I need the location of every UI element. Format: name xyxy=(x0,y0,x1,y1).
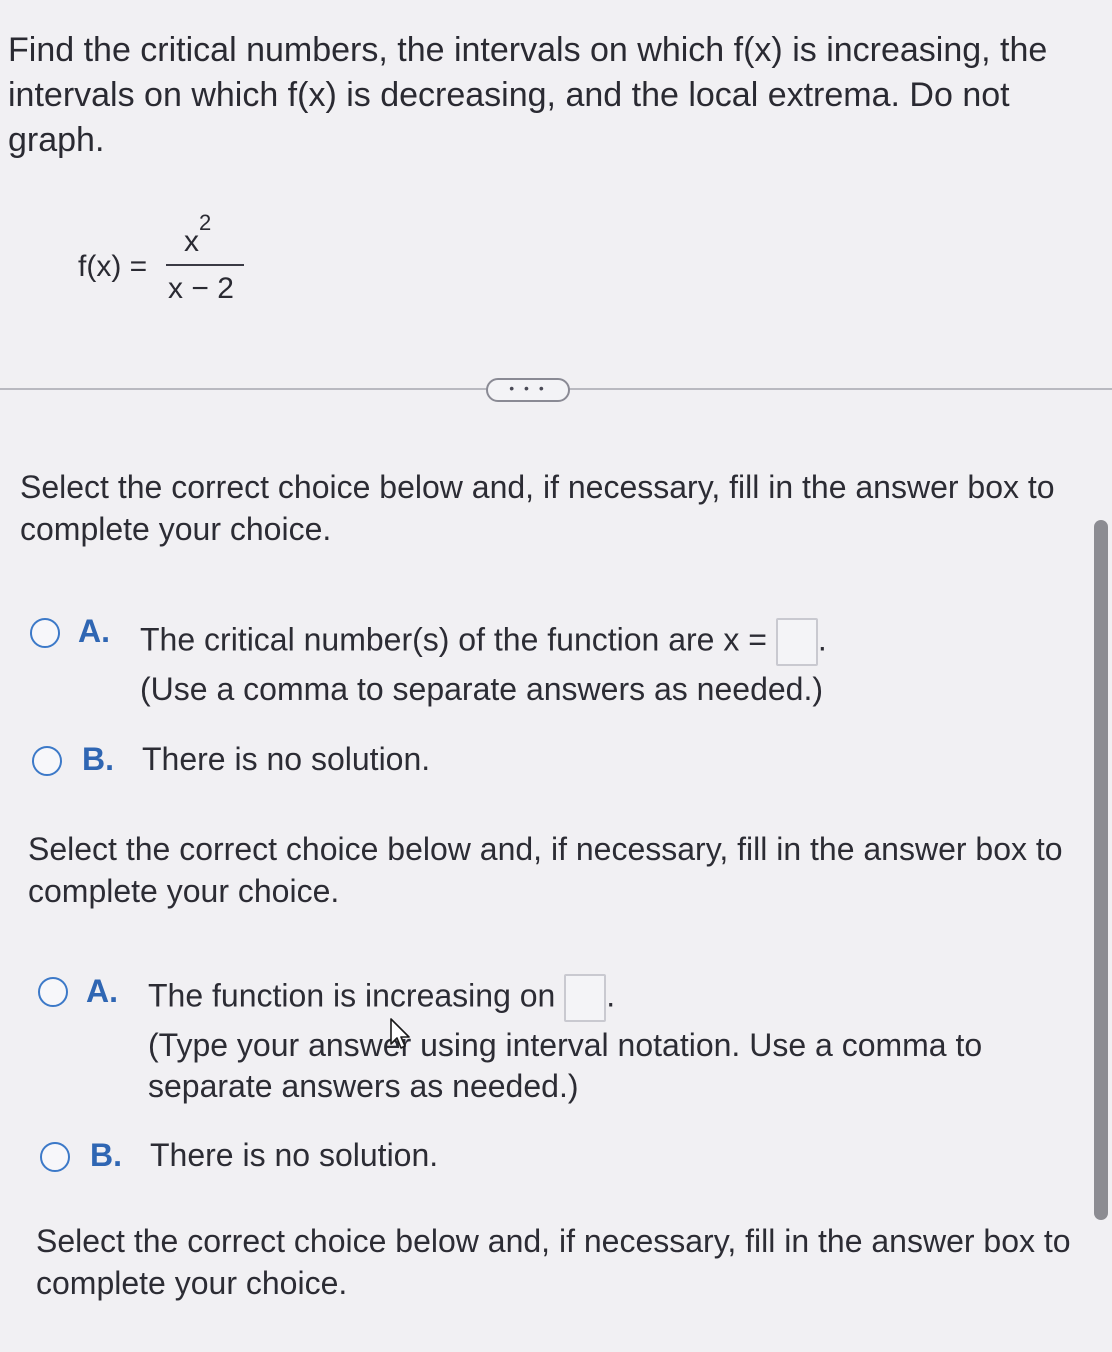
fraction-numerator: x2 xyxy=(184,210,211,259)
function-lhs: f(x) = xyxy=(78,250,148,283)
fraction-denominator: x − 2 xyxy=(168,272,234,305)
homework-page: Find the critical numbers, the intervals… xyxy=(0,0,1112,1352)
part1-choice-a-radio[interactable] xyxy=(30,618,60,648)
problem-prompt: Find the critical numbers, the intervals… xyxy=(8,31,1048,159)
critical-numbers-answer-box[interactable] xyxy=(775,618,818,666)
numerator-exponent: 2 xyxy=(199,210,212,235)
vertical-scrollbar[interactable] xyxy=(1094,520,1108,1220)
part2-choice-a-letter: A. xyxy=(86,973,118,1009)
part2-choice-a-period: . xyxy=(606,977,616,1014)
part1-choice-b-letter: B. xyxy=(82,741,114,777)
part1-choice-b-radio[interactable] xyxy=(32,746,62,776)
part2-choice-a-text: The function is increasing on . xyxy=(148,974,615,1022)
mouse-pointer-icon xyxy=(390,1018,410,1049)
part2-instruction: Select the correct choice below and, if … xyxy=(28,831,1063,909)
part2-choice-b-radio[interactable] xyxy=(40,1142,70,1172)
fraction-bar xyxy=(166,264,244,266)
part2-choice-a-note-line1: (Type your answer using interval notatio… xyxy=(148,1027,983,1063)
increasing-interval-answer-box[interactable] xyxy=(564,974,607,1022)
part3-instruction: Select the correct choice below and, if … xyxy=(36,1223,1071,1301)
part1-choice-a-label: The critical number(s) of the function a… xyxy=(140,621,767,658)
part2-choice-a-radio[interactable] xyxy=(38,977,68,1007)
part2-choice-b-text: There is no solution. xyxy=(150,1137,439,1173)
part2-choice-a-label: The function is increasing on xyxy=(148,977,556,1014)
part1-choice-a-period: . xyxy=(817,621,827,658)
part1-choice-a-note: (Use a comma to separate answers as need… xyxy=(140,671,823,707)
part2-choice-b-letter: B. xyxy=(90,1137,122,1173)
numerator-base: x xyxy=(184,225,199,258)
part1-choice-a-text: The critical number(s) of the function a… xyxy=(140,618,827,666)
part2-choice-a-note-line2: separate answers as needed.) xyxy=(148,1068,579,1104)
part1-instruction: Select the correct choice below and, if … xyxy=(20,469,1055,547)
part1-choice-a-letter: A. xyxy=(78,613,110,649)
part1-choice-b-text: There is no solution. xyxy=(142,741,431,777)
expand-button[interactable]: • • • xyxy=(486,378,570,402)
